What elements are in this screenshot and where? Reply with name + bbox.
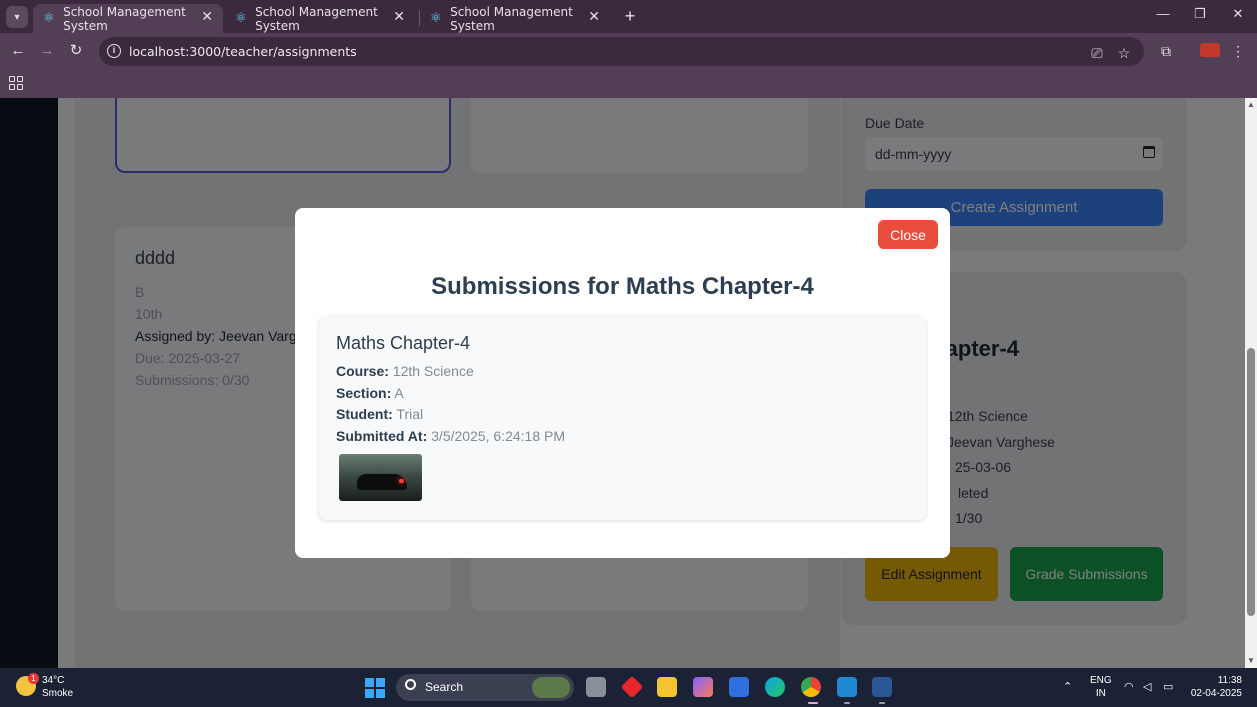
taskbar-search[interactable]: Search [396, 674, 574, 701]
search-icon [405, 679, 416, 690]
forward-icon[interactable]: → [37, 41, 57, 61]
address-bar[interactable]: i localhost:3000/teacher/assignments ⎚ ☆ [99, 37, 1144, 66]
word-icon[interactable] [872, 677, 892, 697]
active-app-indicator [808, 702, 818, 704]
tab-2[interactable]: ⚛ School Management System ✕ [225, 4, 415, 33]
course-label: Course: [336, 363, 389, 379]
close-icon[interactable]: ✕ [201, 9, 213, 25]
submission-image-thumbnail[interactable] [339, 454, 422, 501]
browser-toolbar: ← → ↻ i localhost:3000/teacher/assignmen… [0, 33, 1257, 70]
apps-grid-icon[interactable] [9, 76, 23, 90]
search-highlight-image [532, 677, 570, 698]
chrome-icon[interactable] [801, 677, 821, 697]
weather-badge: 1 [28, 673, 39, 684]
student-value: Trial [396, 406, 424, 422]
weather-description[interactable]: Smoke [42, 688, 73, 699]
copilot-icon[interactable] [693, 677, 713, 697]
app-indicator [879, 702, 885, 704]
react-icon: ⚛ [235, 10, 247, 26]
section-value: A [394, 385, 404, 401]
tab-bar: ▾ ⚛ School Management System ✕ ⚛ School … [0, 0, 1257, 33]
submitted-label: Submitted At: [336, 428, 428, 444]
windows-start-icon[interactable] [365, 678, 385, 698]
store-icon[interactable] [729, 677, 749, 697]
battery-icon[interactable]: ▭ [1163, 680, 1173, 693]
page-viewport: dddd B 10th Assigned by: Jeevan Varghe D… [0, 98, 1257, 668]
clock-date: 02-04-2025 [1190, 688, 1242, 699]
edge-icon[interactable] [765, 677, 785, 697]
file-explorer-icon[interactable] [657, 677, 677, 697]
site-info-icon[interactable]: i [107, 44, 121, 58]
tab-1[interactable]: ⚛ School Management System ✕ [33, 4, 223, 33]
lang-line2: IN [1095, 688, 1106, 699]
scroll-down-icon[interactable]: ▼ [1247, 656, 1255, 665]
vscode-icon[interactable] [837, 677, 857, 697]
tab-title: School Management System [450, 4, 573, 33]
bookmarks-bar [0, 70, 1257, 98]
extensions-icon[interactable]: ⧉ [1157, 43, 1175, 60]
back-icon[interactable]: ← [8, 41, 28, 61]
tab-3[interactable]: ⚛ School Management System ✕ [420, 4, 610, 33]
window-close-button[interactable]: ✕ [1228, 6, 1248, 22]
submission-course: Course: 12th Science [336, 363, 474, 379]
tail-light [399, 479, 404, 483]
task-view-icon[interactable] [586, 677, 606, 697]
volume-icon[interactable]: ◁ [1143, 680, 1151, 693]
close-icon[interactable]: ✕ [393, 9, 405, 25]
page-scrollbar[interactable]: ▲ ▼ [1245, 98, 1257, 668]
modal-title: Submissions for Maths Chapter-4 [431, 273, 814, 300]
scroll-up-icon[interactable]: ▲ [1247, 100, 1255, 109]
tab-title: School Management System [63, 4, 186, 33]
section-label: Section: [336, 385, 392, 401]
course-value: 12th Science [392, 363, 474, 379]
scrollbar-thumb[interactable] [1247, 348, 1255, 616]
submission-title: Maths Chapter-4 [336, 333, 471, 353]
student-label: Student: [336, 406, 393, 422]
menu-kebab-icon[interactable]: ⋮ [1229, 43, 1247, 60]
system-clock[interactable]: 11:38 02-04-2025 [1190, 674, 1242, 700]
clock-time: 11:38 [1217, 675, 1242, 686]
tab-search-button[interactable]: ▾ [6, 6, 28, 28]
profile-avatar[interactable] [1200, 43, 1220, 57]
close-icon[interactable]: ✕ [588, 9, 600, 25]
submitted-value: 3/5/2025, 6:24:18 PM [431, 428, 566, 444]
submission-student: Student: Trial [336, 406, 423, 422]
bookmark-star-icon[interactable]: ☆ [1115, 45, 1133, 62]
new-tab-button[interactable]: + [620, 6, 640, 26]
install-app-icon[interactable]: ⎚ [1088, 45, 1106, 62]
react-icon: ⚛ [43, 10, 55, 26]
search-label: Search [425, 680, 464, 694]
minimize-button[interactable]: — [1153, 6, 1173, 21]
wifi-icon[interactable]: ◠ [1124, 680, 1134, 693]
app-indicator [844, 702, 850, 704]
restore-button[interactable]: ❐ [1190, 6, 1210, 22]
submission-time: Submitted At: 3/5/2025, 6:24:18 PM [336, 428, 565, 444]
language-indicator[interactable]: ENG IN [1090, 674, 1112, 700]
reload-icon[interactable]: ↻ [66, 41, 86, 61]
close-modal-button[interactable]: Close [878, 220, 938, 249]
url-text: localhost:3000/teacher/assignments [129, 44, 357, 59]
lang-line1: ENG [1090, 675, 1112, 686]
anydesk-icon[interactable] [620, 675, 644, 699]
submission-section: Section: A [336, 385, 404, 401]
react-icon: ⚛ [430, 10, 442, 26]
submission-card: Maths Chapter-4 Course: 12th Science Sec… [319, 316, 926, 520]
submissions-modal: Close Submissions for Maths Chapter-4 Ma… [295, 208, 950, 558]
chevron-up-icon[interactable]: ⌃ [1063, 680, 1072, 693]
weather-temperature[interactable]: 34°C [42, 675, 64, 686]
tab-title: School Management System [255, 4, 378, 33]
windows-taskbar: 1 34°C Smoke Search ⌃ ENG IN ◠ ◁ ▭ 11:38… [0, 668, 1257, 707]
